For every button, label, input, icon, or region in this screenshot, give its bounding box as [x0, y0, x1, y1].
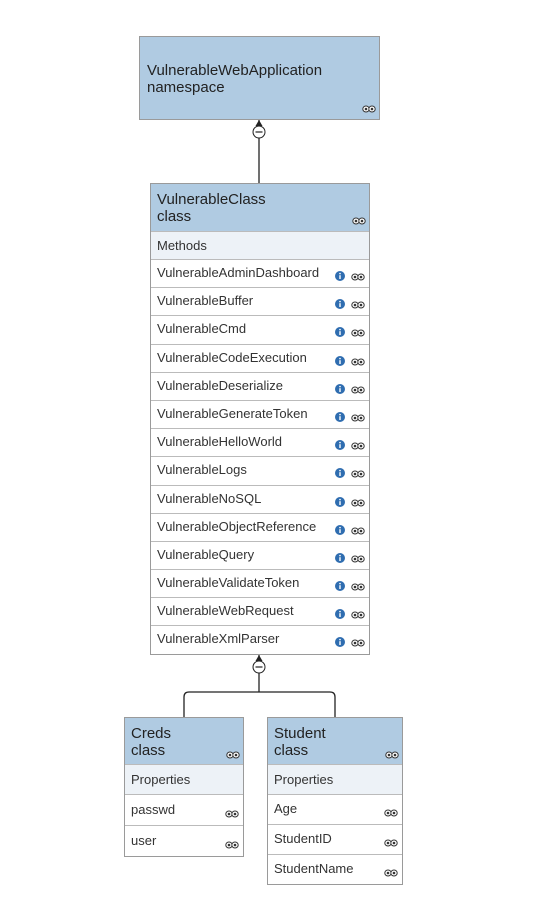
- eye-icon[interactable]: [384, 809, 398, 817]
- eye-icon[interactable]: [384, 839, 398, 847]
- eye-icon[interactable]: [351, 358, 365, 366]
- method-name: VulnerableHelloWorld: [157, 434, 283, 450]
- properties-section-header: Properties: [268, 764, 402, 794]
- info-icon[interactable]: [335, 524, 345, 535]
- info-icon[interactable]: [335, 299, 345, 310]
- method-row[interactable]: VulnerableGenerateToken: [151, 399, 369, 428]
- info-icon[interactable]: [335, 552, 345, 563]
- info-icon[interactable]: [335, 468, 345, 479]
- method-name: VulnerableQuery: [157, 546, 255, 562]
- property-name: StudentID: [274, 831, 332, 846]
- connector-arrow-top: [255, 120, 263, 126]
- property-name: user: [131, 833, 157, 848]
- eye-icon[interactable]: [351, 611, 365, 619]
- property-row[interactable]: StudentName: [268, 854, 402, 884]
- property-row[interactable]: Age: [268, 794, 402, 824]
- student-class-header: Student class: [268, 718, 402, 764]
- method-name: VulnerableLogs: [157, 462, 247, 478]
- properties-list: Age StudentID StudentName: [268, 794, 402, 884]
- eye-icon[interactable]: [351, 329, 365, 337]
- eye-icon[interactable]: [351, 273, 365, 281]
- method-name: VulnerableWebRequest: [157, 603, 294, 619]
- property-name: StudentName: [274, 861, 354, 876]
- method-row[interactable]: VulnerableObjectReference: [151, 512, 369, 541]
- method-row[interactable]: VulnerableLogs: [151, 456, 369, 484]
- eye-icon[interactable]: [351, 386, 365, 394]
- property-row[interactable]: StudentID: [268, 824, 402, 854]
- method-name: VulnerableNoSQL: [157, 490, 262, 506]
- method-row[interactable]: VulnerableCodeExecution: [151, 343, 369, 372]
- method-row[interactable]: VulnerableXmlParser: [151, 625, 369, 653]
- class-kind: class: [157, 208, 192, 225]
- property-name: passwd: [131, 802, 176, 817]
- method-row[interactable]: VulnerableAdminDashboard: [151, 259, 369, 287]
- info-icon[interactable]: [335, 383, 345, 394]
- eye-icon[interactable]: [351, 470, 365, 478]
- eye-icon[interactable]: [384, 869, 398, 877]
- property-row[interactable]: user: [125, 825, 243, 856]
- method-name: VulnerableAdminDashboard: [157, 265, 320, 280]
- method-row[interactable]: VulnerableQuery: [151, 540, 369, 569]
- namespace-header: VulnerableWebApplication namespace: [140, 37, 379, 119]
- vulnerable-class-header: VulnerableClass class: [151, 184, 369, 231]
- properties-section-header: Properties: [125, 764, 243, 794]
- eye-icon[interactable]: [351, 555, 365, 563]
- class-name: Creds: [131, 725, 172, 742]
- namespace-name: VulnerableWebApplication: [147, 62, 323, 79]
- eye-icon[interactable]: [351, 442, 365, 450]
- class-name: VulnerableClass: [157, 191, 266, 208]
- method-name: VulnerableValidateToken: [157, 575, 300, 591]
- class-name: Student: [274, 725, 326, 742]
- eye-icon[interactable]: [351, 583, 365, 591]
- method-row[interactable]: VulnerableWebRequest: [151, 597, 369, 625]
- eye-icon[interactable]: [352, 217, 366, 225]
- eye-icon[interactable]: [351, 414, 365, 422]
- student-class-node[interactable]: Student class Properties Age StudentID Stu…: [267, 717, 403, 885]
- children-connector: [183, 691, 336, 717]
- method-name: VulnerableCmd: [157, 321, 247, 337]
- eye-icon[interactable]: [351, 499, 365, 507]
- eye-icon[interactable]: [351, 301, 365, 309]
- method-row[interactable]: VulnerableHelloWorld: [151, 428, 369, 456]
- methods-section-header: Methods: [151, 231, 369, 259]
- info-icon[interactable]: [335, 327, 345, 338]
- method-name: VulnerableBuffer: [157, 293, 254, 309]
- property-row[interactable]: passwd: [125, 794, 243, 825]
- namespace-node[interactable]: VulnerableWebApplication namespace: [139, 36, 380, 120]
- method-row[interactable]: VulnerableCmd: [151, 315, 369, 343]
- info-icon[interactable]: [335, 271, 345, 281]
- method-name: VulnerableCodeExecution: [157, 349, 307, 365]
- method-name: VulnerableXmlParser: [157, 631, 280, 647]
- eye-icon[interactable]: [385, 751, 399, 759]
- method-row[interactable]: VulnerableValidateToken: [151, 569, 369, 597]
- creds-class-header: Creds class: [125, 718, 243, 764]
- namespace-kind: namespace: [147, 79, 225, 96]
- properties-list: passwd user: [125, 794, 243, 856]
- info-icon[interactable]: [335, 581, 345, 592]
- eye-icon[interactable]: [225, 841, 239, 849]
- info-icon[interactable]: [335, 609, 345, 620]
- method-name: VulnerableDeserialize: [157, 377, 283, 393]
- info-icon[interactable]: [335, 355, 345, 366]
- creds-class-node[interactable]: Creds class Properties passwd user: [124, 717, 244, 857]
- eye-icon[interactable]: [351, 639, 365, 647]
- method-row[interactable]: VulnerableBuffer: [151, 287, 369, 315]
- method-row[interactable]: VulnerableNoSQL: [151, 484, 369, 513]
- vulnerable-class-node[interactable]: VulnerableClass class Methods Vulnerable…: [150, 183, 370, 655]
- method-row[interactable]: VulnerableDeserialize: [151, 371, 369, 400]
- eye-icon[interactable]: [351, 527, 365, 535]
- eye-icon[interactable]: [226, 751, 240, 759]
- method-name: VulnerableGenerateToken: [157, 405, 308, 421]
- eye-icon[interactable]: [225, 810, 239, 818]
- connector-arrow-bottom: [255, 655, 263, 661]
- info-icon[interactable]: [335, 411, 345, 422]
- eye-icon[interactable]: [362, 105, 376, 113]
- methods-list: VulnerableAdminDashboard VulnerableBuffer…: [151, 259, 369, 654]
- info-icon[interactable]: [335, 496, 345, 507]
- info-icon[interactable]: [335, 440, 345, 451]
- method-name: VulnerableObjectReference: [157, 518, 317, 534]
- class-kind: class: [274, 742, 309, 759]
- info-icon[interactable]: [335, 637, 345, 648]
- property-name: Age: [274, 801, 298, 816]
